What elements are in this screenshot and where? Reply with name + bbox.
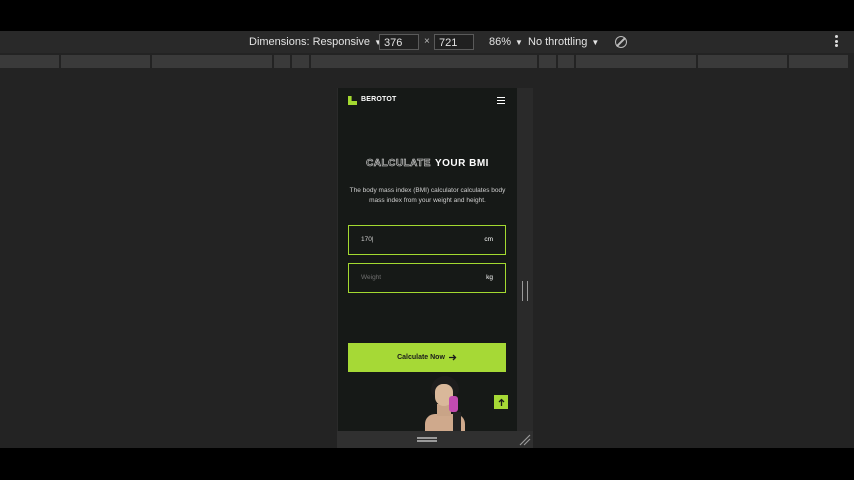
- hamburger-menu-icon[interactable]: [497, 97, 505, 106]
- brand-logo[interactable]: BEROTOT: [361, 96, 397, 103]
- resize-corner-icon[interactable]: [519, 434, 531, 446]
- media-query-segment[interactable]: [539, 55, 556, 68]
- media-query-segment[interactable]: [0, 55, 59, 68]
- fitness-model-image: [423, 376, 467, 431]
- calculate-button-label: Calculate Now: [397, 354, 445, 361]
- dimensions-label: Dimensions: Responsive: [249, 36, 371, 48]
- weight-field[interactable]: Weight kg: [348, 263, 506, 293]
- weight-unit: kg: [486, 274, 493, 281]
- height-input-value: 170|: [361, 236, 374, 243]
- caret-down-icon: ▼: [515, 37, 523, 47]
- media-query-segment[interactable]: [292, 55, 309, 68]
- device-toolbar: Dimensions: Responsive ▼ 376 × 721 86% ▼…: [0, 31, 854, 53]
- arrow-up-icon: [498, 398, 504, 406]
- resize-handle-right[interactable]: [522, 281, 528, 301]
- scroll-to-top-button[interactable]: [494, 395, 508, 409]
- bmi-description: The body mass index (BMI) calculator cal…: [349, 187, 506, 204]
- weight-placeholder: Weight: [361, 274, 382, 281]
- title-outline-text: CALCULATE: [366, 158, 431, 170]
- title-solid-text: YOUR BMI: [434, 158, 489, 169]
- media-query-segment[interactable]: [698, 55, 787, 68]
- resize-handle-bottom[interactable]: [417, 437, 437, 443]
- media-query-segment[interactable]: [274, 55, 290, 68]
- media-query-segment[interactable]: [576, 55, 696, 68]
- site-navbar: BEROTOT: [338, 88, 517, 114]
- media-query-segment[interactable]: [61, 55, 150, 68]
- media-query-segment[interactable]: [311, 55, 537, 68]
- throttle-label: No throttling: [528, 36, 588, 48]
- zoom-label: 86%: [489, 36, 512, 48]
- media-query-segment[interactable]: [152, 55, 272, 68]
- height-field[interactable]: 170| cm: [348, 225, 506, 255]
- media-query-bar[interactable]: [0, 55, 854, 68]
- times-symbol: ×: [424, 36, 430, 47]
- caret-down-icon: ▼: [591, 37, 600, 47]
- arrow-right-icon: [448, 354, 457, 361]
- devtools-device-frame: Dimensions: Responsive ▼ 376 × 721 86% ▼…: [0, 31, 854, 448]
- page-viewport: BEROTOT CALCULATE YOUR BMI The body mass …: [338, 88, 517, 431]
- calculate-now-button[interactable]: Calculate Now: [348, 343, 506, 372]
- zoom-dropdown[interactable]: 86% ▼: [489, 36, 523, 48]
- height-input[interactable]: 721: [434, 34, 474, 50]
- media-query-segment[interactable]: [558, 55, 574, 68]
- height-unit: cm: [484, 236, 493, 243]
- width-input[interactable]: 376: [379, 34, 419, 50]
- media-query-segment[interactable]: [789, 55, 848, 68]
- rotate-icon[interactable]: [615, 36, 627, 48]
- dimensions-dropdown[interactable]: Dimensions: Responsive ▼: [249, 36, 382, 48]
- more-options-icon[interactable]: [835, 35, 838, 49]
- throttle-dropdown[interactable]: No throttling ▼: [528, 36, 599, 48]
- logo-icon: [348, 96, 357, 105]
- page-title: CALCULATE YOUR BMI: [338, 158, 517, 170]
